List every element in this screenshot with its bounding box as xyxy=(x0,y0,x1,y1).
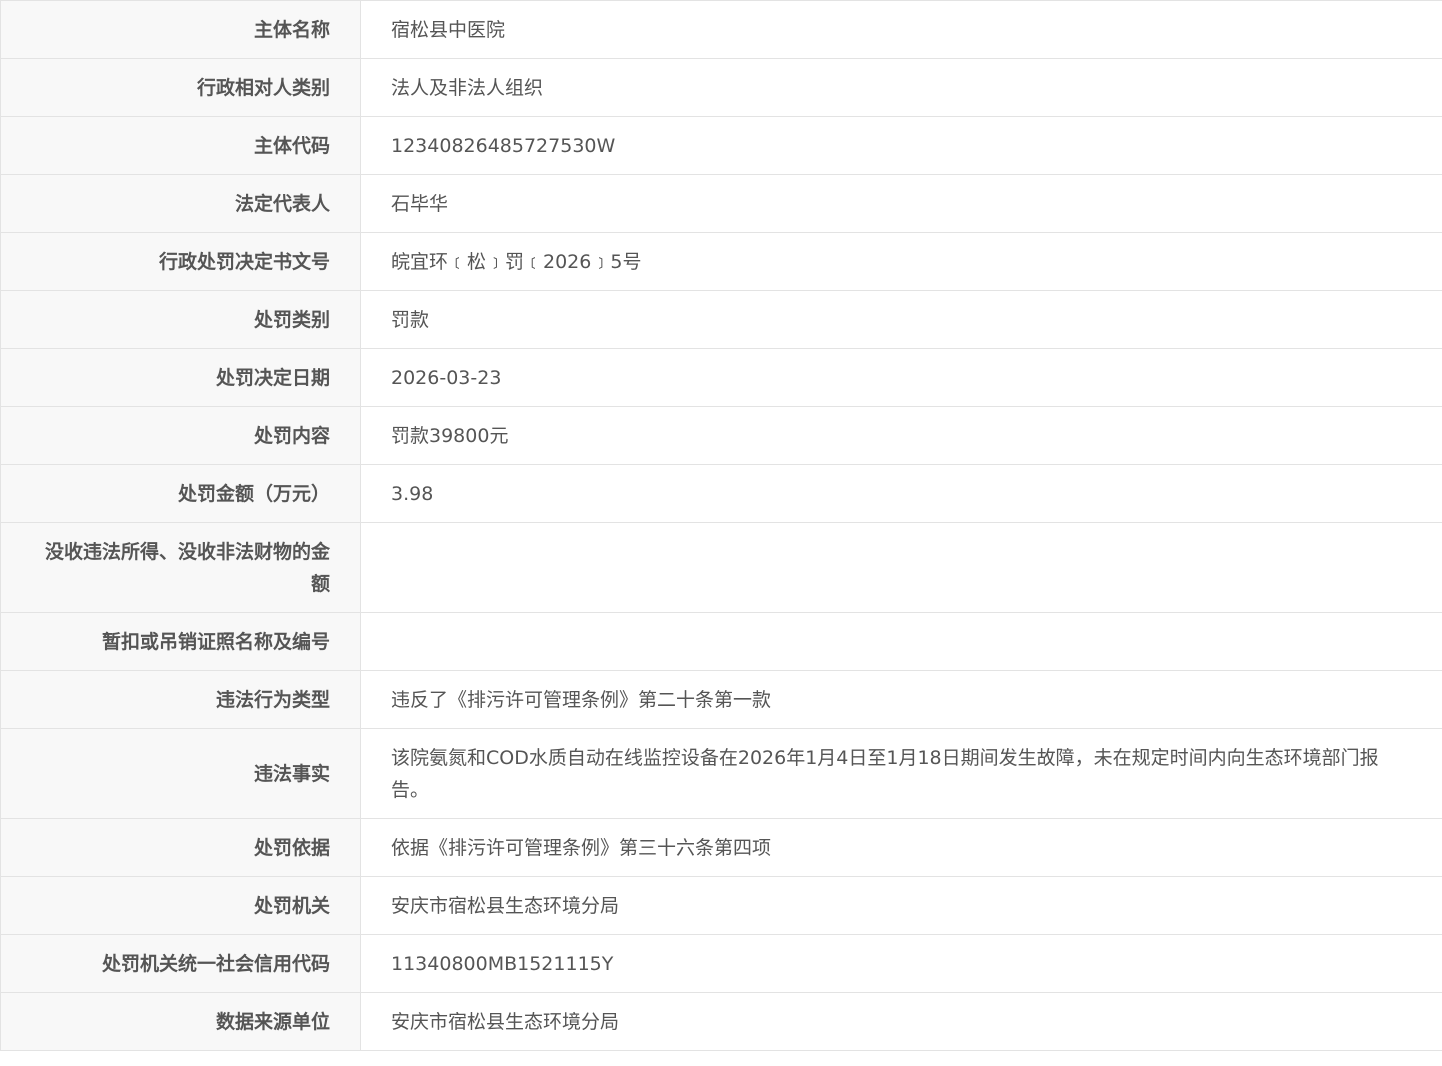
row-penalty-basis: 处罚依据 依据《排污许可管理条例》第三十六条第四项 xyxy=(0,818,1442,877)
row-value xyxy=(360,612,1442,671)
row-value: 12340826485727530W xyxy=(360,116,1442,175)
row-value: 宿松县中医院 xyxy=(360,0,1442,59)
row-value: 违反了《排污许可管理条例》第二十条第一款 xyxy=(360,670,1442,729)
row-label: 处罚机关 xyxy=(0,876,361,935)
row-penalty-amount: 处罚金额（万元） 3.98 xyxy=(0,464,1442,523)
row-label: 处罚依据 xyxy=(0,818,361,877)
row-subject-code: 主体代码 12340826485727530W xyxy=(0,116,1442,175)
row-legal-representative: 法定代表人 石毕华 xyxy=(0,174,1442,233)
row-label: 主体代码 xyxy=(0,116,361,175)
row-label: 法定代表人 xyxy=(0,174,361,233)
row-penalty-type: 处罚类别 罚款 xyxy=(0,290,1442,349)
row-license-revocation: 暂扣或吊销证照名称及编号 xyxy=(0,612,1442,671)
row-value: 罚款39800元 xyxy=(360,406,1442,465)
row-label: 处罚机关统一社会信用代码 xyxy=(0,934,361,993)
row-value: 2026-03-23 xyxy=(360,348,1442,407)
row-value: 法人及非法人组织 xyxy=(360,58,1442,117)
row-value: 该院氨氮和COD水质自动在线监控设备在2026年1月4日至1月18日期间发生故障… xyxy=(360,728,1442,819)
row-data-source: 数据来源单位 安庆市宿松县生态环境分局 xyxy=(0,992,1442,1051)
row-label: 暂扣或吊销证照名称及编号 xyxy=(0,612,361,671)
row-value: 皖宜环﹝松﹞罚﹝2026﹞5号 xyxy=(360,232,1442,291)
row-violation-type: 违法行为类型 违反了《排污许可管理条例》第二十条第一款 xyxy=(0,670,1442,729)
row-confiscation-amount: 没收违法所得、没收非法财物的金额 xyxy=(0,522,1442,613)
row-label: 主体名称 xyxy=(0,0,361,59)
row-label: 行政处罚决定书文号 xyxy=(0,232,361,291)
row-label: 行政相对人类别 xyxy=(0,58,361,117)
row-label: 处罚决定日期 xyxy=(0,348,361,407)
row-party-category: 行政相对人类别 法人及非法人组织 xyxy=(0,58,1442,117)
row-value: 石毕华 xyxy=(360,174,1442,233)
row-penalty-authority: 处罚机关 安庆市宿松县生态环境分局 xyxy=(0,876,1442,935)
row-value xyxy=(360,522,1442,613)
row-penalty-content: 处罚内容 罚款39800元 xyxy=(0,406,1442,465)
penalty-detail-table: 主体名称 宿松县中医院 行政相对人类别 法人及非法人组织 主体代码 123408… xyxy=(0,0,1442,1051)
row-label: 数据来源单位 xyxy=(0,992,361,1051)
row-label: 违法行为类型 xyxy=(0,670,361,729)
row-subject-name: 主体名称 宿松县中医院 xyxy=(0,0,1442,59)
row-label: 违法事实 xyxy=(0,728,361,819)
row-authority-credit-code: 处罚机关统一社会信用代码 11340800MB1521115Y xyxy=(0,934,1442,993)
row-value: 11340800MB1521115Y xyxy=(360,934,1442,993)
row-value: 3.98 xyxy=(360,464,1442,523)
row-decision-number: 行政处罚决定书文号 皖宜环﹝松﹞罚﹝2026﹞5号 xyxy=(0,232,1442,291)
row-value: 安庆市宿松县生态环境分局 xyxy=(360,876,1442,935)
row-decision-date: 处罚决定日期 2026-03-23 xyxy=(0,348,1442,407)
row-label: 没收违法所得、没收非法财物的金额 xyxy=(0,522,361,613)
row-value: 依据《排污许可管理条例》第三十六条第四项 xyxy=(360,818,1442,877)
row-value: 罚款 xyxy=(360,290,1442,349)
row-label: 处罚内容 xyxy=(0,406,361,465)
row-value: 安庆市宿松县生态环境分局 xyxy=(360,992,1442,1051)
row-label: 处罚金额（万元） xyxy=(0,464,361,523)
row-label: 处罚类别 xyxy=(0,290,361,349)
row-violation-facts: 违法事实 该院氨氮和COD水质自动在线监控设备在2026年1月4日至1月18日期… xyxy=(0,728,1442,819)
